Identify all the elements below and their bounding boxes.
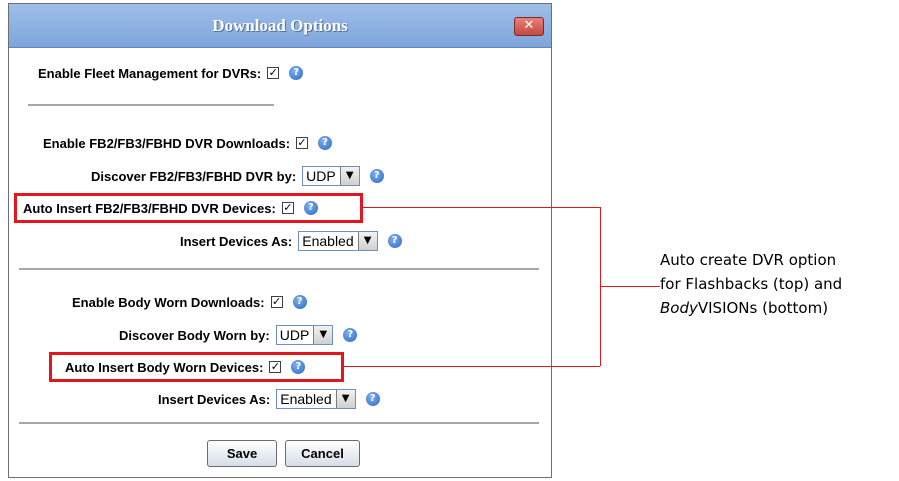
connector-line [343, 366, 600, 367]
annotation-rest: VISIONs (bottom) [697, 299, 829, 317]
help-icon[interactable]: ? [289, 66, 304, 80]
chevron-down-icon[interactable]: ▼ [335, 390, 355, 408]
bw-downloads-label: Enable Body Worn Downloads: [72, 294, 265, 310]
bw-discover-select[interactable]: UDP ▼ [275, 325, 334, 345]
chevron-down-icon[interactable]: ▼ [357, 232, 377, 250]
fb-discover-label: Discover FB2/FB3/FBHD DVR by: [91, 168, 297, 184]
fb-auto-insert-label: Auto Insert FB2/FB3/FBHD DVR Devices: [23, 200, 276, 216]
fleet-row: Enable Fleet Management for DVRs: ✓ ? [38, 62, 304, 84]
bw-insert-as-label: Insert Devices As: [158, 391, 271, 407]
bw-auto-insert-checkbox[interactable]: ✓ [269, 361, 282, 373]
bw-insert-as-row: Insert Devices As: Enabled ▼ ? [158, 388, 380, 410]
fb-discover-row: Discover FB2/FB3/FBHD DVR by: UDP ▼ ? [91, 165, 384, 187]
fleet-label: Enable Fleet Management for DVRs: [38, 65, 262, 81]
fb-downloads-row: Enable FB2/FB3/FBHD DVR Downloads: ✓ ? [43, 132, 333, 154]
download-options-dialog: Download Options ✕ Enable Fleet Manageme… [8, 3, 552, 478]
fb-insert-as-value: Enabled [302, 233, 354, 249]
help-icon[interactable]: ? [387, 234, 402, 248]
cancel-button[interactable]: Cancel [285, 440, 360, 467]
bw-auto-insert-row: Auto Insert Body Worn Devices: ✓ ? [65, 356, 306, 378]
help-icon[interactable]: ? [343, 328, 358, 342]
annotation-line: Auto create DVR option [660, 251, 837, 269]
divider [19, 268, 539, 270]
save-button[interactable]: Save [207, 440, 277, 467]
bw-discover-label: Discover Body Worn by: [119, 327, 270, 343]
fb-discover-select[interactable]: UDP ▼ [302, 166, 360, 186]
fleet-checkbox[interactable]: ✓ [267, 67, 280, 79]
chevron-down-icon[interactable]: ▼ [313, 326, 333, 344]
help-icon[interactable]: ? [303, 201, 318, 215]
fb-insert-as-select[interactable]: Enabled ▼ [298, 231, 378, 251]
fb-auto-insert-checkbox[interactable]: ✓ [281, 202, 294, 214]
annotation-line: BodyVISIONs (bottom) [660, 296, 890, 320]
annotation-text: Auto create DVR option for Flashbacks (t… [660, 248, 890, 320]
fb-insert-as-label: Insert Devices As: [180, 233, 293, 249]
annotation-line: for Flashbacks (top) and [660, 275, 843, 293]
fb-auto-insert-row: Auto Insert FB2/FB3/FBHD DVR Devices: ✓ … [23, 197, 318, 219]
bw-discover-row: Discover Body Worn by: UDP ▼ ? [119, 324, 358, 346]
help-icon[interactable]: ? [369, 169, 384, 183]
annotation-italic: Body [660, 299, 698, 317]
dialog-title: Download Options [212, 16, 348, 35]
bw-auto-insert-label: Auto Insert Body Worn Devices: [65, 359, 264, 375]
divider [19, 422, 539, 424]
dialog-titlebar: Download Options ✕ [9, 4, 551, 48]
bw-insert-as-select[interactable]: Enabled ▼ [276, 389, 356, 409]
fb-downloads-label: Enable FB2/FB3/FBHD DVR Downloads: [43, 135, 291, 151]
fb-downloads-checkbox[interactable]: ✓ [296, 137, 309, 149]
bw-discover-value: UDP [279, 327, 310, 343]
connector-line [363, 207, 600, 208]
help-icon[interactable]: ? [292, 295, 307, 309]
bw-insert-as-value: Enabled [280, 391, 332, 407]
divider [28, 104, 274, 106]
help-icon[interactable]: ? [318, 136, 333, 150]
bw-downloads-checkbox[interactable]: ✓ [270, 296, 283, 308]
fb-discover-value: UDP [306, 168, 336, 184]
chevron-down-icon[interactable]: ▼ [339, 167, 359, 185]
help-icon[interactable]: ? [291, 360, 306, 374]
bw-downloads-row: Enable Body Worn Downloads: ✓ ? [72, 291, 307, 313]
fb-insert-as-row: Insert Devices As: Enabled ▼ ? [180, 230, 402, 252]
help-icon[interactable]: ? [365, 392, 380, 406]
connector-line [600, 286, 660, 287]
close-icon[interactable]: ✕ [514, 17, 544, 36]
